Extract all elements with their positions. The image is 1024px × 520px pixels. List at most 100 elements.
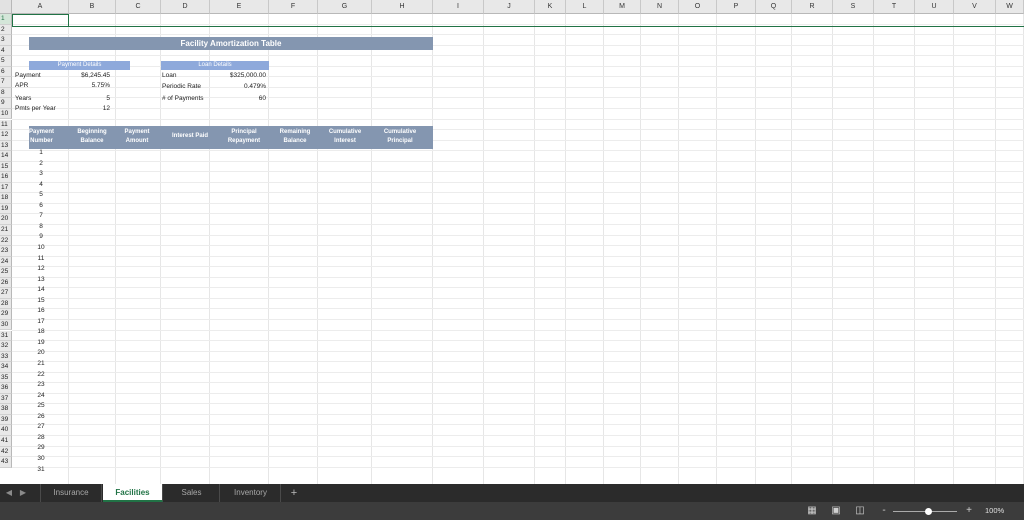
row-header-32[interactable]: 32 bbox=[0, 341, 12, 352]
row-header-36[interactable]: 36 bbox=[0, 383, 12, 394]
payment-number-cell[interactable]: 9 bbox=[29, 232, 53, 242]
row-header-33[interactable]: 33 bbox=[0, 351, 12, 363]
payment-number-cell[interactable]: 26 bbox=[29, 412, 53, 422]
row-header-19[interactable]: 19 bbox=[0, 203, 12, 215]
row-header-39[interactable]: 39 bbox=[0, 414, 12, 426]
payment-number-cell[interactable]: 16 bbox=[29, 306, 53, 316]
row-header-18[interactable]: 18 bbox=[0, 193, 12, 204]
row-header-29[interactable]: 29 bbox=[0, 309, 12, 320]
row-header-9[interactable]: 9 bbox=[0, 98, 12, 109]
row-header-7[interactable]: 7 bbox=[0, 77, 12, 88]
row-header-21[interactable]: 21 bbox=[0, 225, 12, 236]
column-header-f[interactable]: F bbox=[269, 0, 318, 14]
row-header-30[interactable]: 30 bbox=[0, 319, 12, 331]
num-payments-value[interactable]: 60 bbox=[210, 94, 266, 104]
column-header-v[interactable]: V bbox=[954, 0, 996, 14]
page-layout-icon[interactable]: ▣ bbox=[830, 505, 842, 517]
column-header-o[interactable]: O bbox=[679, 0, 717, 14]
row-header-10[interactable]: 10 bbox=[0, 108, 12, 120]
payment-number-cell[interactable]: 18 bbox=[29, 327, 53, 337]
row-header-5[interactable]: 5 bbox=[0, 56, 12, 67]
loan-value[interactable]: $325,000.00 bbox=[210, 71, 266, 81]
payment-number-cell[interactable]: 12 bbox=[29, 264, 53, 274]
payment-number-cell[interactable]: 25 bbox=[29, 401, 53, 411]
spreadsheet-grid[interactable]: ABCDEFGHIJKLMNOPQRSTUVW 1 2 3 4 5 6 7 8 9 10 11 12 1… bbox=[0, 0, 1024, 484]
column-header-p[interactable]: P bbox=[717, 0, 756, 14]
zoom-out-button[interactable]: - bbox=[878, 505, 890, 517]
row-header-24[interactable]: 24 bbox=[0, 256, 12, 268]
years-value[interactable]: 5 bbox=[60, 94, 110, 104]
pmts-per-year-value[interactable]: 12 bbox=[60, 104, 110, 114]
column-header-u[interactable]: U bbox=[915, 0, 954, 14]
active-cell-a1[interactable] bbox=[12, 14, 69, 27]
column-header-h[interactable]: H bbox=[372, 0, 433, 14]
payment-number-cell[interactable]: 13 bbox=[29, 275, 53, 285]
row-header-43[interactable]: 43 bbox=[0, 457, 12, 468]
column-header-n[interactable]: N bbox=[641, 0, 679, 14]
row-header-16[interactable]: 16 bbox=[0, 172, 12, 183]
payment-number-cell[interactable]: 30 bbox=[29, 454, 53, 464]
payment-number-cell[interactable]: 10 bbox=[29, 243, 53, 253]
row-header-20[interactable]: 20 bbox=[0, 214, 12, 225]
sheet-tab-insurance[interactable]: Insurance bbox=[40, 484, 102, 502]
zoom-in-button[interactable]: + bbox=[963, 505, 975, 517]
row-header-38[interactable]: 38 bbox=[0, 404, 12, 415]
row-header-3[interactable]: 3 bbox=[0, 35, 12, 46]
payment-number-cell[interactable]: 27 bbox=[29, 422, 53, 432]
row-header-1[interactable]: 1 bbox=[0, 14, 12, 25]
row-header-2[interactable]: 2 bbox=[0, 24, 12, 36]
payment-number-cell[interactable]: 29 bbox=[29, 443, 53, 453]
payment-number-cell[interactable]: 21 bbox=[29, 359, 53, 369]
payment-number-cell[interactable]: 3 bbox=[29, 169, 53, 179]
payment-value[interactable]: $6,245.45 bbox=[60, 71, 110, 81]
row-header-28[interactable]: 28 bbox=[0, 298, 12, 310]
apr-value[interactable]: 5.75% bbox=[60, 81, 110, 91]
row-header-42[interactable]: 42 bbox=[0, 446, 12, 458]
add-sheet-button[interactable]: + bbox=[287, 484, 301, 502]
triangle-left-icon[interactable]: ◀ bbox=[2, 484, 16, 502]
sheet-tab-sales[interactable]: Sales bbox=[164, 484, 220, 502]
payment-number-cell[interactable]: 31 bbox=[29, 465, 53, 475]
payment-number-cell[interactable]: 6 bbox=[29, 201, 53, 211]
column-header-c[interactable]: C bbox=[116, 0, 161, 14]
column-header-g[interactable]: G bbox=[318, 0, 372, 14]
zoom-slider-handle[interactable] bbox=[925, 508, 932, 515]
row-header-26[interactable]: 26 bbox=[0, 277, 12, 289]
row-header-27[interactable]: 27 bbox=[0, 288, 12, 299]
periodic-rate-value[interactable]: 0.479% bbox=[210, 82, 266, 92]
row-header-31[interactable]: 31 bbox=[0, 330, 12, 342]
row-header-17[interactable]: 17 bbox=[0, 182, 12, 194]
payment-number-cell[interactable]: 23 bbox=[29, 380, 53, 390]
row-header-6[interactable]: 6 bbox=[0, 66, 12, 78]
row-header-41[interactable]: 41 bbox=[0, 436, 12, 447]
row-header-40[interactable]: 40 bbox=[0, 425, 12, 436]
payment-number-cell[interactable]: 11 bbox=[29, 254, 53, 264]
row-header-34[interactable]: 34 bbox=[0, 362, 12, 373]
row-header-4[interactable]: 4 bbox=[0, 45, 12, 57]
column-header-r[interactable]: R bbox=[792, 0, 833, 14]
payment-number-cell[interactable]: 22 bbox=[29, 370, 53, 380]
row-header-15[interactable]: 15 bbox=[0, 161, 12, 173]
column-header-m[interactable]: M bbox=[604, 0, 641, 14]
row-header-37[interactable]: 37 bbox=[0, 393, 12, 405]
column-header-s[interactable]: S bbox=[833, 0, 874, 14]
column-header-a[interactable]: A bbox=[12, 0, 69, 14]
column-header-t[interactable]: T bbox=[874, 0, 915, 14]
row-header-35[interactable]: 35 bbox=[0, 372, 12, 384]
payment-number-cell[interactable]: 1 bbox=[29, 148, 53, 158]
column-header-e[interactable]: E bbox=[210, 0, 269, 14]
row-header-11[interactable]: 11 bbox=[0, 119, 12, 131]
zoom-level[interactable]: 100% bbox=[985, 502, 1004, 520]
column-header-b[interactable]: B bbox=[69, 0, 116, 14]
select-all-corner[interactable] bbox=[0, 0, 12, 14]
column-header-l[interactable]: L bbox=[566, 0, 604, 14]
payment-number-cell[interactable]: 24 bbox=[29, 391, 53, 401]
column-header-i[interactable]: I bbox=[433, 0, 484, 14]
row-header-13[interactable]: 13 bbox=[0, 140, 12, 152]
row-header-22[interactable]: 22 bbox=[0, 235, 12, 247]
row-header-8[interactable]: 8 bbox=[0, 87, 12, 99]
column-header-j[interactable]: J bbox=[484, 0, 535, 14]
payment-number-cell[interactable]: 20 bbox=[29, 348, 53, 358]
row-header-23[interactable]: 23 bbox=[0, 246, 12, 257]
payment-number-cell[interactable]: 28 bbox=[29, 433, 53, 443]
